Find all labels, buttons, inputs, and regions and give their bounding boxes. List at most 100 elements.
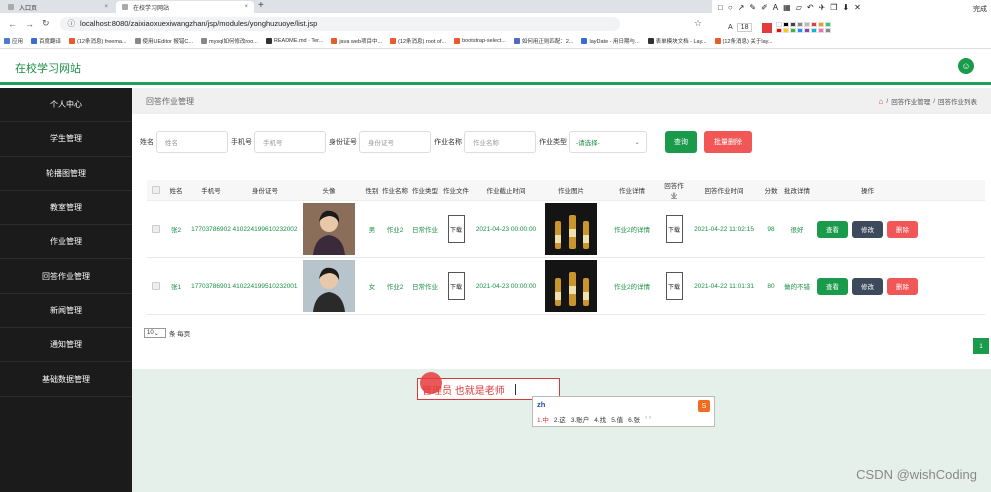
ime-candidate[interactable]: 5.值 <box>611 414 623 424</box>
breadcrumb-item[interactable]: 回答作业管理 <box>891 96 930 106</box>
download-file-button[interactable]: 下载 <box>447 215 465 243</box>
undo-icon[interactable]: ↶ <box>807 3 814 12</box>
sidebar-item[interactable]: 教室管理 <box>0 191 132 226</box>
work-name-input[interactable]: 作业名称 <box>464 131 536 153</box>
bookmark-item[interactable]: README.md · Ter... <box>265 38 323 44</box>
tab-close-icon[interactable]: × <box>244 4 248 10</box>
bookmark-item[interactable]: 百度翻译 <box>31 37 61 45</box>
sidebar-item[interactable]: 作业管理 <box>0 225 132 260</box>
bookmark-item[interactable]: 如何用正则匹配：2... <box>513 37 573 45</box>
browser-tab-active[interactable]: 在校学习网站 × <box>116 1 254 13</box>
avatar-photo[interactable] <box>303 260 355 312</box>
new-tab-button[interactable]: + <box>258 0 264 11</box>
select-all-checkbox[interactable] <box>152 186 160 194</box>
home-icon[interactable]: ⌂ <box>879 97 884 106</box>
color-swatch[interactable] <box>776 22 783 27</box>
name-input[interactable]: 姓名 <box>156 131 228 153</box>
ime-candidate[interactable]: 6.张 <box>628 414 640 424</box>
ime-candidate[interactable]: 1.中 <box>537 414 549 424</box>
bookmark-item[interactable]: mysql如何修改roo... <box>200 37 258 45</box>
color-swatch[interactable] <box>804 22 811 27</box>
color-swatch[interactable] <box>797 28 804 33</box>
sidebar-item[interactable]: 基础数据管理 <box>0 362 132 397</box>
sidebar-item[interactable]: 学生管理 <box>0 122 132 157</box>
pen-tool-icon[interactable]: ✎ <box>749 3 756 12</box>
copy-icon[interactable]: ❐ <box>830 3 837 12</box>
view-button[interactable]: 查看 <box>817 277 848 295</box>
ime-candidate[interactable]: 3.账户 <box>571 414 589 424</box>
color-swatch[interactable] <box>811 22 818 27</box>
color-swatch[interactable] <box>783 22 790 27</box>
color-swatch[interactable] <box>790 28 797 33</box>
bookmark-item[interactable]: layDate - 用日期与... <box>581 37 640 45</box>
rectangle-tool-icon[interactable]: □ <box>718 3 723 12</box>
circle-tool-icon[interactable]: ○ <box>728 3 733 12</box>
work-image[interactable] <box>545 203 597 255</box>
bookmark-item[interactable]: 表单模块文档 - Lay... <box>647 37 707 45</box>
edit-button[interactable]: 修改 <box>852 277 883 295</box>
pin-icon[interactable]: ✈ <box>819 3 826 12</box>
search-button[interactable]: 查询 <box>665 131 697 153</box>
forward-icon[interactable]: → <box>25 19 34 29</box>
bookmark-star-icon[interactable]: ☆ <box>694 18 702 29</box>
work-type-select[interactable]: -请选择- ⌄ <box>569 131 647 153</box>
arrow-tool-icon[interactable]: ↗ <box>738 3 745 12</box>
page-button-1[interactable]: 1 <box>973 338 989 354</box>
text-tool-icon[interactable]: A <box>773 3 778 12</box>
bookmark-item[interactable]: (12条消息) root of... <box>390 37 446 45</box>
done-button[interactable]: 完成 <box>973 4 987 14</box>
color-swatch[interactable] <box>776 28 783 33</box>
mosaic-tool-icon[interactable]: ▦ <box>783 3 791 12</box>
bookmark-item[interactable]: (12条消息) 关于lay... <box>714 37 773 45</box>
delete-button[interactable]: 删除 <box>887 220 918 238</box>
current-color[interactable] <box>762 22 773 33</box>
color-swatch[interactable] <box>818 28 825 33</box>
id-number-input[interactable]: 身份证号 <box>359 131 431 153</box>
sidebar-item[interactable]: 个人中心 <box>0 88 132 123</box>
tab-close-icon[interactable]: × <box>104 4 108 10</box>
user-icon[interactable]: ☺ <box>958 58 974 74</box>
download-file-button[interactable]: 下载 <box>447 272 465 300</box>
color-swatch[interactable] <box>811 28 818 33</box>
browser-tab-entry[interactable]: 入口页 × <box>2 1 114 13</box>
bookmark-item[interactable]: bootstrap-select... <box>454 38 506 44</box>
download-answer-button[interactable]: 下载 <box>665 215 683 243</box>
page-size-select[interactable]: 10 ⌄ <box>144 328 166 338</box>
ime-page-arrows[interactable]: ‹ › <box>645 414 651 424</box>
reload-icon[interactable]: ↻ <box>42 18 50 29</box>
ime-candidate[interactable]: 2.这 <box>554 414 566 424</box>
font-size-select[interactable]: 18 <box>736 23 753 32</box>
edit-button[interactable]: 修改 <box>852 220 883 238</box>
color-swatch[interactable] <box>825 22 832 27</box>
color-swatch[interactable] <box>825 28 832 33</box>
view-button[interactable]: 查看 <box>817 220 848 238</box>
color-swatch[interactable] <box>783 28 790 33</box>
row-checkbox[interactable] <box>152 282 160 290</box>
color-swatch[interactable] <box>797 22 804 27</box>
sidebar-item[interactable]: 新闻管理 <box>0 294 132 329</box>
sidebar-item[interactable]: 轮播图管理 <box>0 157 132 191</box>
bookmark-item[interactable]: java web项目中... <box>331 37 382 45</box>
bookmark-item[interactable]: 应用 <box>4 37 23 45</box>
color-swatches[interactable] <box>776 22 832 33</box>
back-icon[interactable]: ← <box>8 19 17 29</box>
save-icon[interactable]: ⬇ <box>842 3 849 12</box>
site-title[interactable]: 在校学习网站 <box>15 60 81 76</box>
eraser-tool-icon[interactable]: ▱ <box>796 3 802 12</box>
color-swatch[interactable] <box>818 22 825 27</box>
batch-delete-button[interactable]: 批量删除 <box>704 131 752 153</box>
bookmark-item[interactable]: (12条消息) freema... <box>69 37 127 45</box>
bookmark-item[interactable]: 使用UEditor 报错C... <box>134 37 193 45</box>
url-field[interactable]: ⓘ localhost:8080/zaixiaoxuexiwangzhan/js… <box>59 16 620 31</box>
sidebar-item[interactable]: 通知管理 <box>0 328 132 363</box>
color-swatch[interactable] <box>804 28 811 33</box>
highlighter-tool-icon[interactable]: ✐ <box>761 3 768 12</box>
delete-button[interactable]: 删除 <box>887 277 918 295</box>
row-checkbox[interactable] <box>152 225 160 233</box>
sidebar-item[interactable]: 回答作业管理 <box>0 259 132 294</box>
phone-input[interactable]: 手机号 <box>254 131 326 153</box>
color-swatch[interactable] <box>790 22 797 27</box>
download-answer-button[interactable]: 下载 <box>665 272 683 300</box>
close-icon[interactable]: ✕ <box>854 3 861 12</box>
work-image[interactable] <box>545 260 597 312</box>
